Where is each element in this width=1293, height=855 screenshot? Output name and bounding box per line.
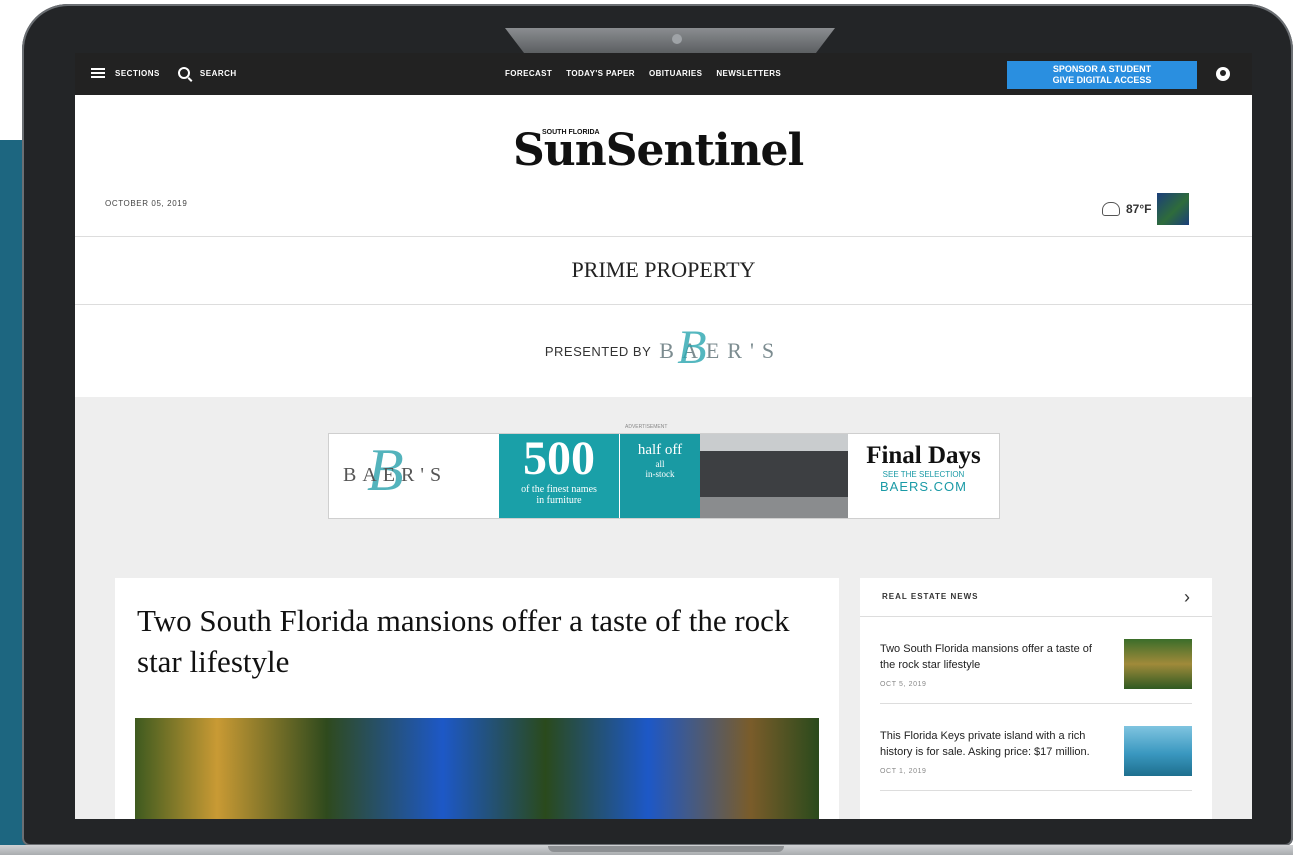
menu-icon[interactable] [91, 68, 105, 78]
ad-logo-text: BAER'S [343, 464, 448, 486]
laptop-bezel [505, 28, 835, 54]
search-icon[interactable] [177, 67, 190, 79]
sponsor-line2: GIVE DIGITAL ACCESS [1052, 75, 1152, 85]
ad-number-caption1: of the finest names [521, 484, 597, 495]
ad-final-days: Final Days [866, 442, 981, 469]
real-estate-news-sidebar: REAL ESTATE NEWS › Two South Florida man… [860, 578, 1212, 819]
news-item-date: OCT 1, 2019 [880, 768, 927, 775]
article-headline[interactable]: Two South Florida mansions offer a taste… [137, 600, 797, 682]
ad-sofa-image [700, 434, 848, 518]
ad-half-off-panel: half off all in-stock [619, 434, 700, 518]
ad-big-number: 500 [523, 432, 595, 485]
top-nav: SECTIONS SEARCH FORECAST TODAY'S PAPER O… [75, 53, 1252, 95]
news-item-title[interactable]: This Florida Keys private island with a … [880, 728, 1110, 760]
list-item[interactable]: This Florida Keys private island with a … [880, 704, 1192, 791]
masthead: SOUTH FLORIDA SunSentinel OCTOBER 05, 20… [75, 95, 1252, 237]
sponsor-student-button[interactable]: SPONSOR A STUDENT GIVE DIGITAL ACCESS [1007, 61, 1197, 89]
browser-screen: SECTIONS SEARCH FORECAST TODAY'S PAPER O… [75, 53, 1252, 819]
nav-link-obituaries[interactable]: OBITUARIES [649, 69, 702, 78]
sidebar-header[interactable]: REAL ESTATE NEWS › [860, 578, 1212, 617]
site-logo[interactable]: SunSentinel [513, 125, 804, 176]
news-item-date: OCT 5, 2019 [880, 681, 927, 688]
ad-final-panel: Final Days SEE THE SELECTION BAERS.COM [848, 434, 999, 518]
ad-url: BAERS.COM [879, 479, 967, 494]
nav-left: SECTIONS SEARCH [91, 67, 237, 79]
user-icon[interactable] [1216, 67, 1230, 81]
ad-number-caption2: in furniture [536, 495, 582, 506]
sponsor-line1: SPONSOR A STUDENT [1052, 64, 1152, 74]
ad-label: ADVERTISEMENT [625, 424, 668, 430]
camera-icon [672, 34, 682, 44]
temperature: 87°F [1126, 202, 1152, 216]
nav-link-todays-paper[interactable]: TODAY'S PAPER [566, 69, 635, 78]
ad-half-sub2: in-stock [645, 469, 675, 479]
chevron-right-icon[interactable]: › [1184, 587, 1190, 608]
nav-links: FORECAST TODAY'S PAPER OBITUARIES NEWSLE… [505, 69, 781, 78]
weather-ad-thumbnail[interactable] [1157, 193, 1190, 225]
sidebar-title: REAL ESTATE NEWS [882, 592, 979, 601]
section-header: PRIME PROPERTY [75, 236, 1252, 305]
news-item-thumbnail[interactable] [1124, 639, 1192, 689]
ad-half-sub1: all [655, 459, 665, 469]
banner-ad[interactable]: B BAER'S 500 of the finest names in furn… [328, 433, 1000, 519]
ad-500-panel: 500 of the finest names in furniture [499, 434, 619, 518]
ad-logo: B BAER'S [343, 437, 448, 503]
news-item-thumbnail[interactable] [1124, 726, 1192, 776]
nav-link-newsletters[interactable]: NEWSLETTERS [716, 69, 781, 78]
content-area: ADVERTISEMENT B BAER'S 500 of the finest… [75, 397, 1252, 819]
sponsor-logo[interactable]: B BAER'S [659, 321, 782, 374]
partly-cloudy-icon [1102, 202, 1120, 216]
nav-link-forecast[interactable]: FORECAST [505, 69, 552, 78]
presented-by: PRESENTED BY B BAER'S [75, 305, 1252, 397]
sections-button[interactable]: SECTIONS [115, 69, 160, 78]
laptop-notch [548, 846, 784, 852]
news-item-title[interactable]: Two South Florida mansions offer a taste… [880, 641, 1110, 673]
ad-see-selection: SEE THE SELECTION [882, 470, 965, 479]
search-button[interactable]: SEARCH [200, 69, 237, 78]
presented-by-label: PRESENTED BY [544, 343, 652, 359]
section-title: PRIME PROPERTY [571, 257, 756, 282]
ad-half-off: half off [637, 442, 683, 458]
article-hero-image[interactable] [135, 718, 819, 819]
featured-article[interactable]: Two South Florida mansions offer a taste… [115, 578, 839, 819]
current-date: OCTOBER 05, 2019 [105, 199, 188, 208]
list-item[interactable]: Two South Florida mansions offer a taste… [880, 617, 1192, 704]
weather-widget[interactable]: 87°F [1102, 193, 1190, 225]
